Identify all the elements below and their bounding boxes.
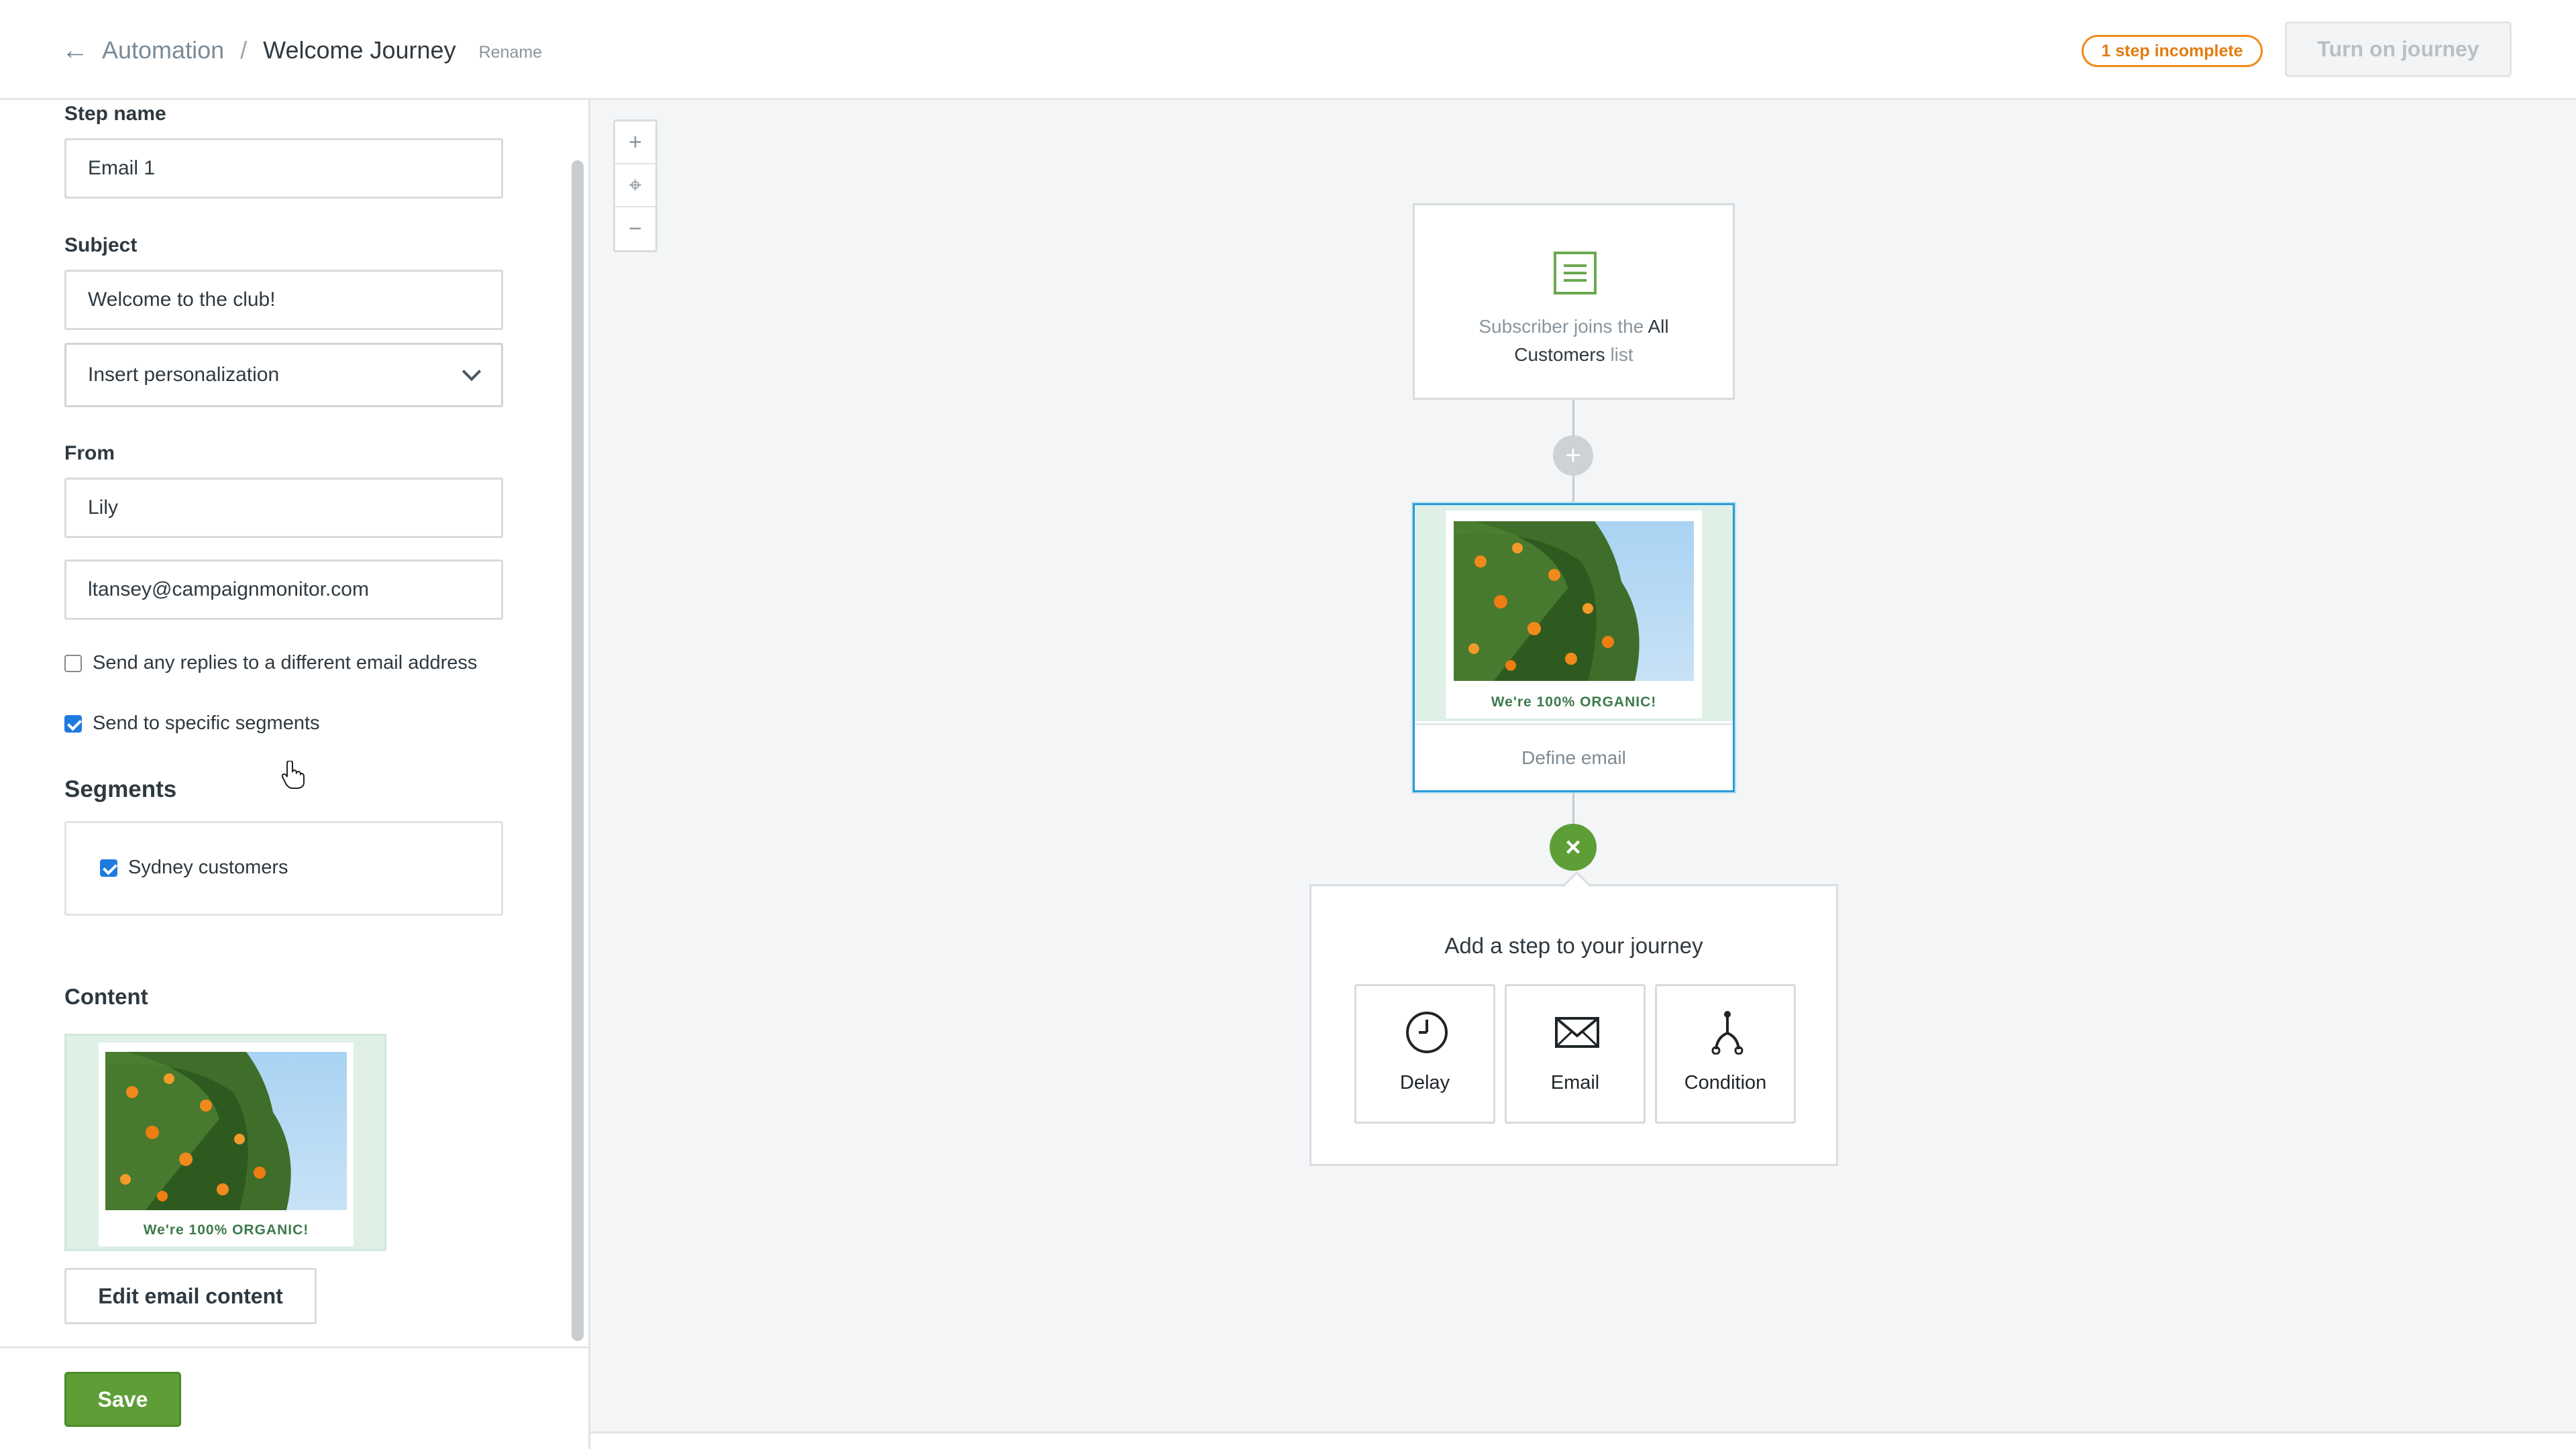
connector-line — [1572, 476, 1574, 504]
segment-label: Sydney customers — [128, 857, 288, 878]
segment-checkbox[interactable] — [100, 859, 117, 877]
back-arrow-icon[interactable]: ← — [62, 36, 89, 66]
save-button[interactable]: Save — [64, 1372, 181, 1427]
journey-title: Welcome Journey — [263, 36, 456, 64]
email-option-label: Email — [1550, 1072, 1600, 1093]
breadcrumb-automation-link[interactable]: Automation — [102, 36, 224, 64]
zoom-out-button[interactable]: − — [615, 207, 655, 250]
breadcrumb: ← Automation / Welcome Journey Rename — [62, 34, 542, 67]
condition-option-label: Condition — [1684, 1072, 1767, 1093]
add-step-popup: Add a step to your journey Delay Email C… — [1309, 884, 1838, 1166]
envelope-icon — [1555, 1017, 1599, 1048]
sidebar-scrollbar[interactable] — [572, 160, 584, 1341]
from-name-input[interactable]: Lily — [64, 478, 503, 538]
step-name-label: Step name — [64, 103, 166, 125]
top-header: ← Automation / Welcome Journey Rename 1 … — [0, 0, 2576, 100]
reply-address-checkbox-row[interactable]: Send any replies to a different email ad… — [64, 652, 477, 674]
define-email-link[interactable]: Define email — [1415, 723, 1733, 790]
insert-personalization-select[interactable]: Insert personalization — [64, 343, 503, 407]
hand-cursor-icon — [282, 761, 305, 789]
from-label: From — [64, 442, 115, 464]
step-name-input[interactable]: Email 1 — [64, 138, 503, 199]
zoom-controls: + ⌖ − — [613, 119, 657, 252]
edit-email-content-button[interactable]: Edit email content — [64, 1268, 317, 1324]
canvas-horizontal-scrollbar[interactable] — [590, 1432, 2576, 1449]
email-preview-caption: We're 100% ORGANIC! — [143, 1222, 309, 1238]
close-add-step-button[interactable]: × — [1550, 824, 1597, 871]
specific-segments-checkbox-label: Send to specific segments — [93, 712, 320, 734]
chevron-down-icon — [462, 362, 482, 382]
branch-icon — [1711, 1011, 1743, 1055]
email-preview-card: We're 100% ORGANIC! — [99, 1042, 354, 1246]
email-node-preview-card: We're 100% ORGANIC! — [1446, 511, 1702, 718]
rename-link[interactable]: Rename — [479, 43, 543, 62]
breadcrumb-separator: / — [240, 36, 248, 64]
trigger-description: Subscriber joins the All Customers list — [1415, 313, 1733, 369]
status-badge: 1 step incomplete — [2082, 35, 2263, 67]
sidebar-footer-divider — [0, 1346, 588, 1348]
segments-list: Sydney customers — [64, 821, 503, 916]
email-step-node[interactable]: We're 100% ORGANIC! Define email — [1413, 503, 1735, 792]
list-icon — [1554, 252, 1597, 294]
add-delay-step-option[interactable]: Delay — [1354, 984, 1495, 1124]
add-step-popup-title: Add a step to your journey — [1444, 933, 1703, 958]
from-email-input[interactable]: ltansey@campaignmonitor.com — [64, 559, 503, 620]
specific-segments-checkbox[interactable] — [64, 714, 82, 733]
add-email-step-option[interactable]: Email — [1505, 984, 1646, 1124]
orange-tree-image — [1454, 521, 1694, 681]
content-title: Content — [64, 984, 148, 1009]
email-node-preview: We're 100% ORGANIC! — [1415, 505, 1733, 721]
add-condition-step-option[interactable]: Condition — [1655, 984, 1796, 1124]
trigger-node[interactable]: Subscriber joins the All Customers list — [1413, 203, 1735, 400]
insert-personalization-label: Insert personalization — [88, 364, 280, 386]
recenter-button[interactable]: ⌖ — [615, 164, 655, 207]
connector-line — [1572, 400, 1574, 436]
segment-item[interactable]: Sydney customers — [100, 857, 288, 879]
reply-address-checkbox-label: Send any replies to a different email ad… — [93, 652, 478, 674]
zoom-in-button[interactable]: + — [615, 121, 655, 164]
turn-on-journey-button[interactable]: Turn on journey — [2285, 21, 2512, 77]
segments-title: Segments — [64, 776, 177, 802]
email-content-preview[interactable]: We're 100% ORGANIC! — [64, 1034, 386, 1251]
trigger-prefix: Subscriber joins the — [1479, 316, 1644, 337]
trigger-suffix: list — [1610, 344, 1633, 365]
subject-input[interactable]: Welcome to the club! — [64, 270, 503, 330]
orange-tree-image — [105, 1052, 347, 1210]
specific-segments-checkbox-row[interactable]: Send to specific segments — [64, 712, 320, 735]
clock-icon — [1406, 1012, 1448, 1053]
add-step-button[interactable]: + — [1553, 435, 1593, 476]
subject-label: Subject — [64, 234, 138, 256]
delay-option-label: Delay — [1399, 1072, 1450, 1093]
connector-line — [1572, 792, 1574, 824]
email-node-caption: We're 100% ORGANIC! — [1491, 694, 1657, 710]
reply-address-checkbox[interactable] — [64, 654, 82, 672]
